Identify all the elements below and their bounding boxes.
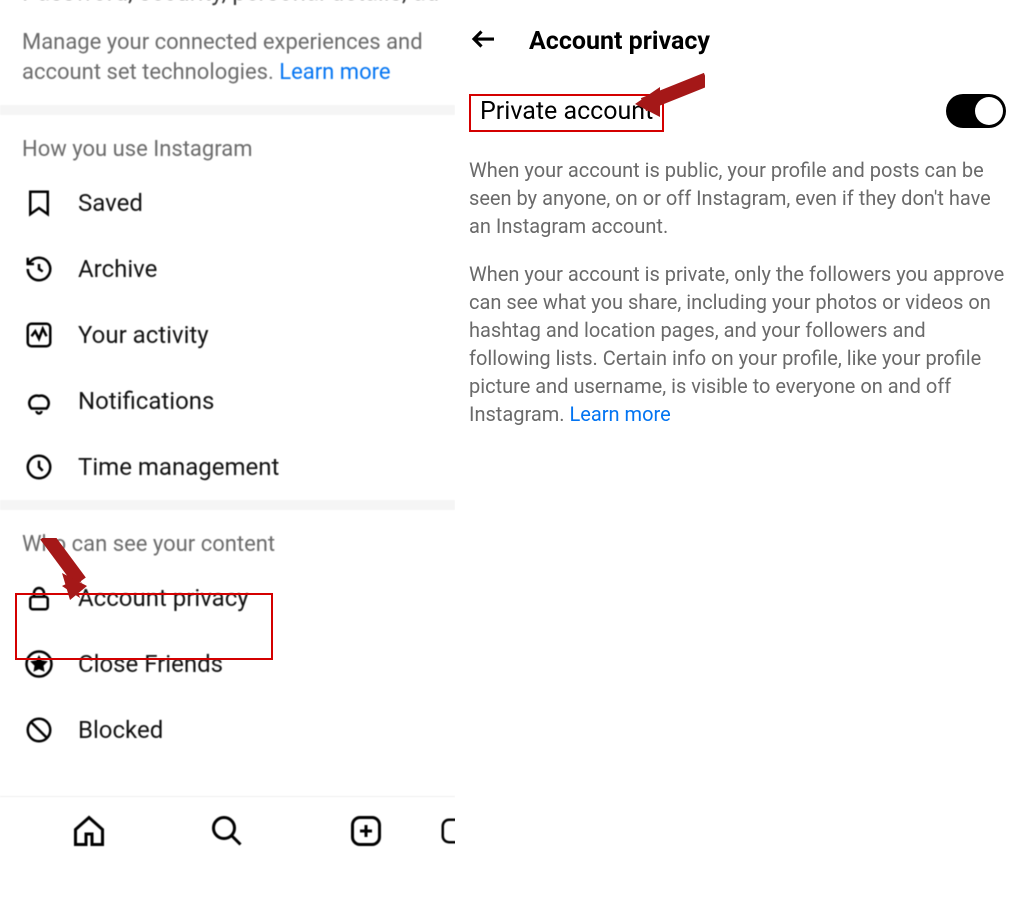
page-title: Account privacy <box>529 27 710 56</box>
bookmark-icon <box>22 186 56 220</box>
sidebar-item-saved[interactable]: Saved <box>0 170 455 236</box>
accounts-center-description: Manage your connected experiences and ac… <box>0 6 455 105</box>
privacy-description-private: When your account is private, only the f… <box>469 260 1006 428</box>
truncated-header-text: Password, security, personal details, ad <box>0 0 455 6</box>
sidebar-item-label: Account privacy <box>78 584 249 612</box>
sidebar-item-label: Blocked <box>78 716 163 744</box>
sidebar-item-label: Notifications <box>78 387 214 415</box>
sidebar-item-privacy[interactable]: Account privacy <box>0 565 455 631</box>
privacy-description-public: When your account is public, your profil… <box>469 156 1006 240</box>
sidebar-item-label: Saved <box>78 189 143 217</box>
clock-icon <box>22 450 56 484</box>
sidebar-item-label: Close Friends <box>78 650 223 678</box>
archive-icon <box>22 252 56 286</box>
sidebar-item-time[interactable]: Time management <box>0 434 455 500</box>
toggle-knob <box>975 97 1003 125</box>
activity-icon <box>22 318 56 352</box>
learn-more-link[interactable]: Learn more <box>570 402 671 426</box>
star-circle-icon <box>22 647 56 681</box>
section-header-visibility: Who can see your content <box>0 510 455 565</box>
annotation-highlight-private: Private account <box>469 94 664 132</box>
nav-reels-icon[interactable] <box>439 812 455 850</box>
section-divider <box>0 105 455 115</box>
bell-icon <box>22 384 56 418</box>
sidebar-item-label: Time management <box>78 453 279 481</box>
sidebar-item-notifications[interactable]: Notifications <box>0 368 455 434</box>
back-button[interactable] <box>469 24 499 58</box>
sidebar-item-label: Archive <box>78 255 157 283</box>
sidebar-item-blocked[interactable]: Blocked <box>0 697 455 763</box>
section-divider <box>0 500 455 510</box>
nav-create-icon[interactable] <box>347 812 385 850</box>
nav-home-icon[interactable] <box>70 812 108 850</box>
private-account-toggle[interactable] <box>946 94 1006 128</box>
bottom-nav <box>0 796 455 864</box>
sidebar-item-label: Your activity <box>78 321 209 349</box>
section-header-usage: How you use Instagram <box>0 115 455 170</box>
lock-icon <box>22 581 56 615</box>
sidebar-item-activity[interactable]: Your activity <box>0 302 455 368</box>
learn-more-link[interactable]: Learn more <box>279 60 390 85</box>
private-account-label: Private account <box>474 95 659 128</box>
sidebar-item-close-friends[interactable]: Close Friends <box>0 631 455 697</box>
blocked-icon <box>22 713 56 747</box>
nav-search-icon[interactable] <box>208 812 246 850</box>
sidebar-item-archive[interactable]: Archive <box>0 236 455 302</box>
